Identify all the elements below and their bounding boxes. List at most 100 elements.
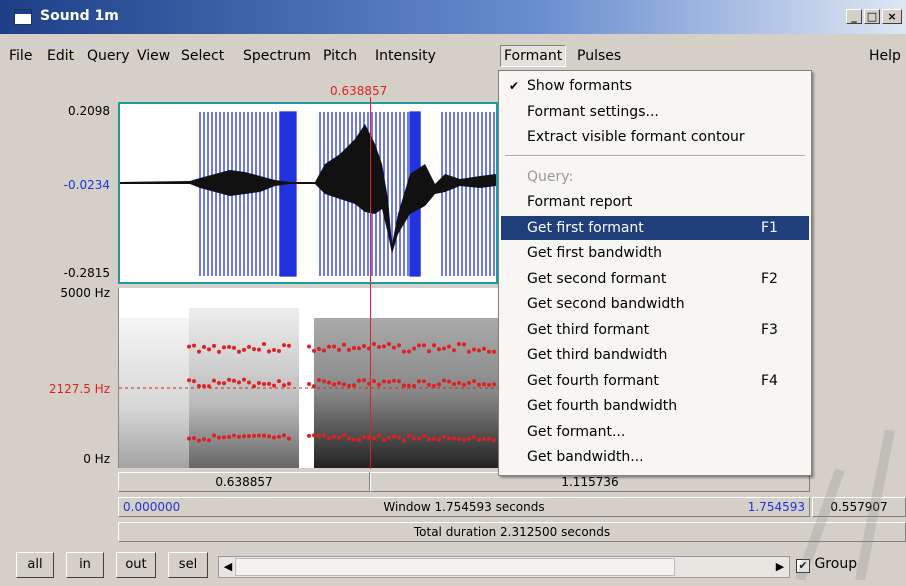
menu-item-get-second-bandwidth[interactable]: Get second bandwidth <box>501 292 809 316</box>
shortcut-label: F1 <box>761 220 778 236</box>
formant-dot <box>277 434 281 439</box>
maximize-button[interactable]: □ <box>864 9 880 24</box>
menu-help[interactable]: Help <box>866 46 904 66</box>
formant-dot <box>457 380 461 385</box>
menu-item-show-formants[interactable]: ✔ Show formants <box>501 74 809 98</box>
formant-dot <box>397 379 401 384</box>
formant-dot <box>422 379 426 384</box>
spectrogram-panel[interactable] <box>118 288 499 468</box>
menu-item-get-formant[interactable]: Get formant... <box>501 420 809 444</box>
time-cursor[interactable] <box>370 97 371 469</box>
formant-dot <box>452 436 456 441</box>
formant-dot <box>217 435 221 440</box>
scroll-left-icon[interactable]: ◀ <box>221 559 235 575</box>
menu-item-get-bandwidth[interactable]: Get bandwidth... <box>501 445 809 469</box>
formant-dot <box>387 379 391 384</box>
menu-item-get-third-bandwidth[interactable]: Get third bandwidth <box>501 343 809 367</box>
scroll-thumb[interactable] <box>235 558 675 576</box>
menu-item-get-fourth-bandwidth[interactable]: Get fourth bandwidth <box>501 394 809 418</box>
formant-dot <box>392 434 396 439</box>
menu-spectrum[interactable]: Spectrum <box>240 46 314 66</box>
formant-dot <box>307 433 311 438</box>
menu-select[interactable]: Select <box>178 46 227 66</box>
menu-item-formant-settings[interactable]: Formant settings... <box>501 100 809 124</box>
total-duration-strip[interactable]: Total duration 2.312500 seconds <box>118 522 906 542</box>
formant-dot <box>402 383 406 388</box>
formant-dot <box>472 347 476 352</box>
formant-dot <box>282 383 286 388</box>
scroll-right-icon[interactable]: ▶ <box>773 559 787 575</box>
formant-dot <box>307 381 311 386</box>
formant-dot <box>412 384 416 389</box>
menu-intensity[interactable]: Intensity <box>372 46 439 66</box>
menu-query[interactable]: Query <box>84 46 133 66</box>
after-window-strip[interactable]: 0.557907 <box>812 497 906 517</box>
menu-item-get-first-bandwidth[interactable]: Get first bandwidth <box>501 241 809 265</box>
menu-item-formant-report[interactable]: Formant report <box>501 190 809 214</box>
formant-dot <box>282 343 286 348</box>
window-strip[interactable]: 0.000000 Window 1.754593 seconds 1.75459… <box>118 497 810 517</box>
formant-dot <box>202 437 206 442</box>
waveform-panel[interactable] <box>118 102 498 284</box>
formant-dot <box>257 347 261 352</box>
formant-dot <box>227 434 231 439</box>
formant-dot <box>207 438 211 443</box>
group-checkbox[interactable]: ✔ Group <box>796 556 857 573</box>
formant-dot <box>337 381 341 386</box>
menu-item-extract-contour[interactable]: Extract visible formant contour <box>501 125 809 149</box>
menu-formant[interactable]: Formant <box>500 45 567 67</box>
formant-dot <box>227 377 231 382</box>
formant-dot <box>472 435 476 440</box>
menu-pulses[interactable]: Pulses <box>574 46 624 66</box>
formant-dot <box>352 383 356 388</box>
formant-dot <box>192 436 196 441</box>
zoom-out-button[interactable]: out <box>116 552 156 578</box>
formant-dot <box>222 435 226 440</box>
menu-edit[interactable]: Edit <box>44 46 77 66</box>
formant-dot <box>322 348 326 353</box>
formant-dot <box>437 347 441 352</box>
formant-dot <box>382 437 386 442</box>
formant-dot <box>457 437 461 442</box>
formant-dot <box>477 437 481 442</box>
menu-item-get-fourth-formant[interactable]: Get fourth formant F4 <box>501 369 809 393</box>
spec-max-label: 5000 Hz <box>60 286 110 300</box>
shortcut-label: F2 <box>761 271 778 287</box>
formant-dot <box>237 380 241 385</box>
formant-dot <box>347 436 351 441</box>
minimize-button[interactable]: _ <box>846 9 862 24</box>
formant-dot <box>492 382 496 387</box>
menu-item-label: Get fourth bandwidth <box>527 398 678 414</box>
formant-dot <box>332 344 336 349</box>
formant-dot <box>377 344 381 349</box>
menu-item-label: Show formants <box>527 78 633 94</box>
formant-dot <box>397 435 401 440</box>
formant-dot <box>442 378 446 383</box>
formant-dot <box>312 348 316 353</box>
cursor-time-strip[interactable]: 0.638857 <box>118 472 370 492</box>
formant-dot <box>257 380 261 385</box>
formant-dot <box>442 434 446 439</box>
formant-dot <box>402 438 406 443</box>
formant-dot <box>287 436 291 441</box>
menu-item-get-third-formant[interactable]: Get third formant F3 <box>501 318 809 342</box>
formant-dot <box>492 349 496 354</box>
zoom-selection-button[interactable]: sel <box>168 552 208 578</box>
formant-dot <box>422 343 426 348</box>
menu-item-get-first-formant[interactable]: Get first formant F1 <box>501 216 809 240</box>
formant-dot <box>317 433 321 438</box>
checkbox-icon[interactable]: ✔ <box>796 559 810 573</box>
horizontal-scrollbar[interactable]: ◀ ▶ <box>218 556 790 578</box>
menu-view[interactable]: View <box>134 46 173 66</box>
formant-dot <box>447 379 451 384</box>
close-button[interactable]: × <box>882 9 902 24</box>
zoom-in-button[interactable]: in <box>66 552 104 578</box>
spec-min-label: 0 Hz <box>83 452 110 466</box>
all-button[interactable]: all <box>16 552 54 578</box>
menu-pitch[interactable]: Pitch <box>320 46 360 66</box>
formant-dot <box>492 438 496 443</box>
formant-dot <box>372 436 376 441</box>
menu-item-get-second-formant[interactable]: Get second formant F2 <box>501 267 809 291</box>
menu-file[interactable]: File <box>6 46 35 66</box>
wave-mid-label: -0.0234 <box>63 178 110 192</box>
